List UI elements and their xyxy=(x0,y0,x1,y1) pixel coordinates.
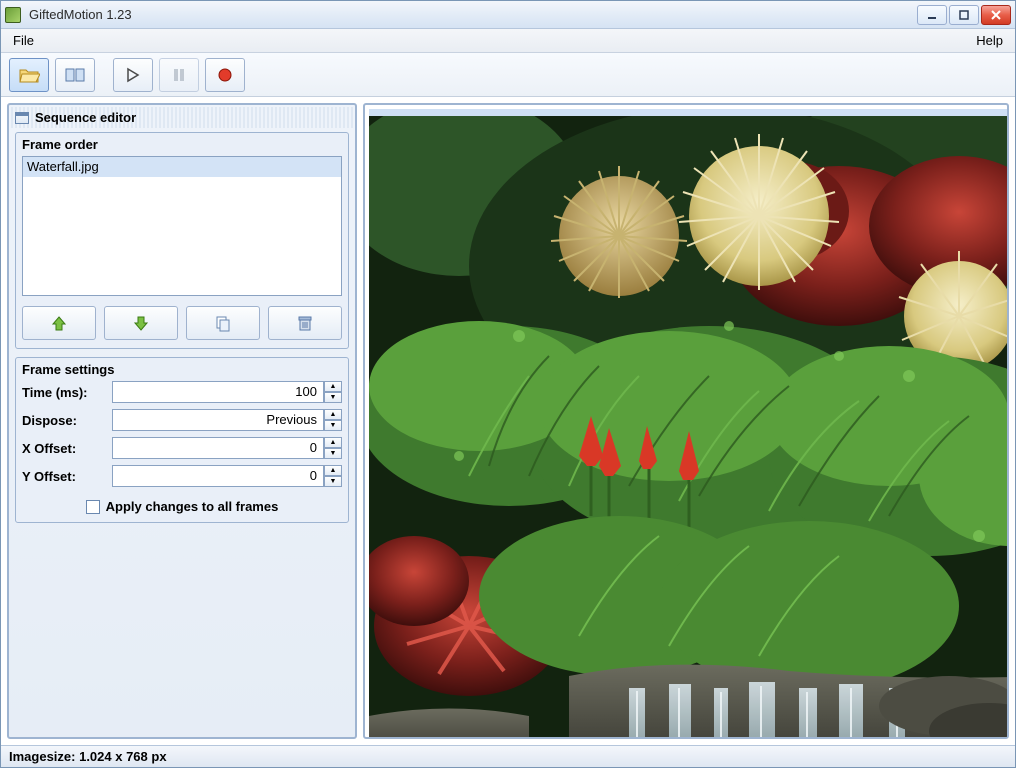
list-item[interactable]: Waterfall.jpg xyxy=(23,157,341,177)
frame-order-legend: Frame order xyxy=(22,137,342,152)
arrow-up-icon xyxy=(50,314,68,332)
close-button[interactable] xyxy=(981,5,1011,25)
dispose-spinner: ▲ ▼ xyxy=(324,409,342,431)
settings-button[interactable] xyxy=(55,58,95,92)
app-icon xyxy=(5,7,21,23)
time-label: Time (ms): xyxy=(22,385,112,400)
content-area: Sequence editor Frame order Waterfall.jp… xyxy=(1,97,1015,745)
sequence-editor-panel: Sequence editor Frame order Waterfall.jp… xyxy=(7,103,357,739)
arrow-down-icon xyxy=(132,314,150,332)
menu-file[interactable]: File xyxy=(5,30,42,51)
yoffset-spinner: ▲ ▼ xyxy=(324,465,342,487)
duplicate-button[interactable] xyxy=(186,306,260,340)
titlebar: GiftedMotion 1.23 xyxy=(1,1,1015,29)
pause-button[interactable] xyxy=(159,58,199,92)
delete-button[interactable] xyxy=(268,306,342,340)
menubar: File Help xyxy=(1,29,1015,53)
dispose-up-button[interactable]: ▲ xyxy=(324,409,342,420)
apply-all-label: Apply changes to all frames xyxy=(106,499,279,514)
frame-list[interactable]: Waterfall.jpg xyxy=(22,156,342,296)
xoffset-spinner: ▲ ▼ xyxy=(324,437,342,459)
play-button[interactable] xyxy=(113,58,153,92)
time-field[interactable]: 100 xyxy=(112,381,324,403)
minimize-icon xyxy=(927,10,937,20)
statusbar: Imagesize: 1.024 x 768 px xyxy=(1,745,1015,767)
frame-buttons xyxy=(22,306,342,340)
frame-settings-legend: Frame settings xyxy=(22,362,342,377)
yoffset-field[interactable]: 0 xyxy=(112,465,324,487)
open-button[interactable] xyxy=(9,58,49,92)
preview-panel xyxy=(363,103,1009,739)
copy-icon xyxy=(214,314,232,332)
pause-icon xyxy=(171,67,187,83)
move-up-button[interactable] xyxy=(22,306,96,340)
status-text: Imagesize: 1.024 x 768 px xyxy=(9,749,167,764)
yoffset-label: Y Offset: xyxy=(22,469,112,484)
panel-header: Sequence editor xyxy=(11,107,353,128)
settings-icon xyxy=(64,66,86,84)
play-icon xyxy=(125,67,141,83)
maximize-icon xyxy=(959,10,969,20)
trash-icon xyxy=(296,314,314,332)
app-window: GiftedMotion 1.23 File Help xyxy=(0,0,1016,768)
menu-help[interactable]: Help xyxy=(968,30,1011,51)
time-spinner: ▲ ▼ xyxy=(324,381,342,403)
close-icon xyxy=(991,10,1001,20)
minimize-button[interactable] xyxy=(917,5,947,25)
toolbar xyxy=(1,53,1015,97)
apply-all-row: Apply changes to all frames xyxy=(22,499,342,514)
record-icon xyxy=(217,67,233,83)
apply-all-checkbox[interactable] xyxy=(86,500,100,514)
record-button[interactable] xyxy=(205,58,245,92)
preview-image-content xyxy=(369,116,1007,737)
preview-image[interactable] xyxy=(369,109,1007,737)
move-down-button[interactable] xyxy=(104,306,178,340)
settings-grid: Time (ms): 100 ▲ ▼ Dispose: Previous ▲ ▼… xyxy=(22,381,342,487)
dispose-down-button[interactable]: ▼ xyxy=(324,420,342,431)
time-down-button[interactable]: ▼ xyxy=(324,392,342,403)
dispose-label: Dispose: xyxy=(22,413,112,428)
xoffset-up-button[interactable]: ▲ xyxy=(324,437,342,448)
folder-open-icon xyxy=(18,66,40,84)
xoffset-down-button[interactable]: ▼ xyxy=(324,448,342,459)
maximize-button[interactable] xyxy=(949,5,979,25)
dispose-field[interactable]: Previous xyxy=(112,409,324,431)
yoffset-up-button[interactable]: ▲ xyxy=(324,465,342,476)
time-up-button[interactable]: ▲ xyxy=(324,381,342,392)
panel-title: Sequence editor xyxy=(35,110,136,125)
window-controls xyxy=(917,5,1011,25)
window-icon xyxy=(15,112,29,124)
xoffset-field[interactable]: 0 xyxy=(112,437,324,459)
xoffset-label: X Offset: xyxy=(22,441,112,456)
yoffset-down-button[interactable]: ▼ xyxy=(324,476,342,487)
window-title: GiftedMotion 1.23 xyxy=(27,7,911,22)
frame-order-group: Frame order Waterfall.jpg xyxy=(15,132,349,349)
frame-settings-group: Frame settings Time (ms): 100 ▲ ▼ Dispos… xyxy=(15,357,349,523)
